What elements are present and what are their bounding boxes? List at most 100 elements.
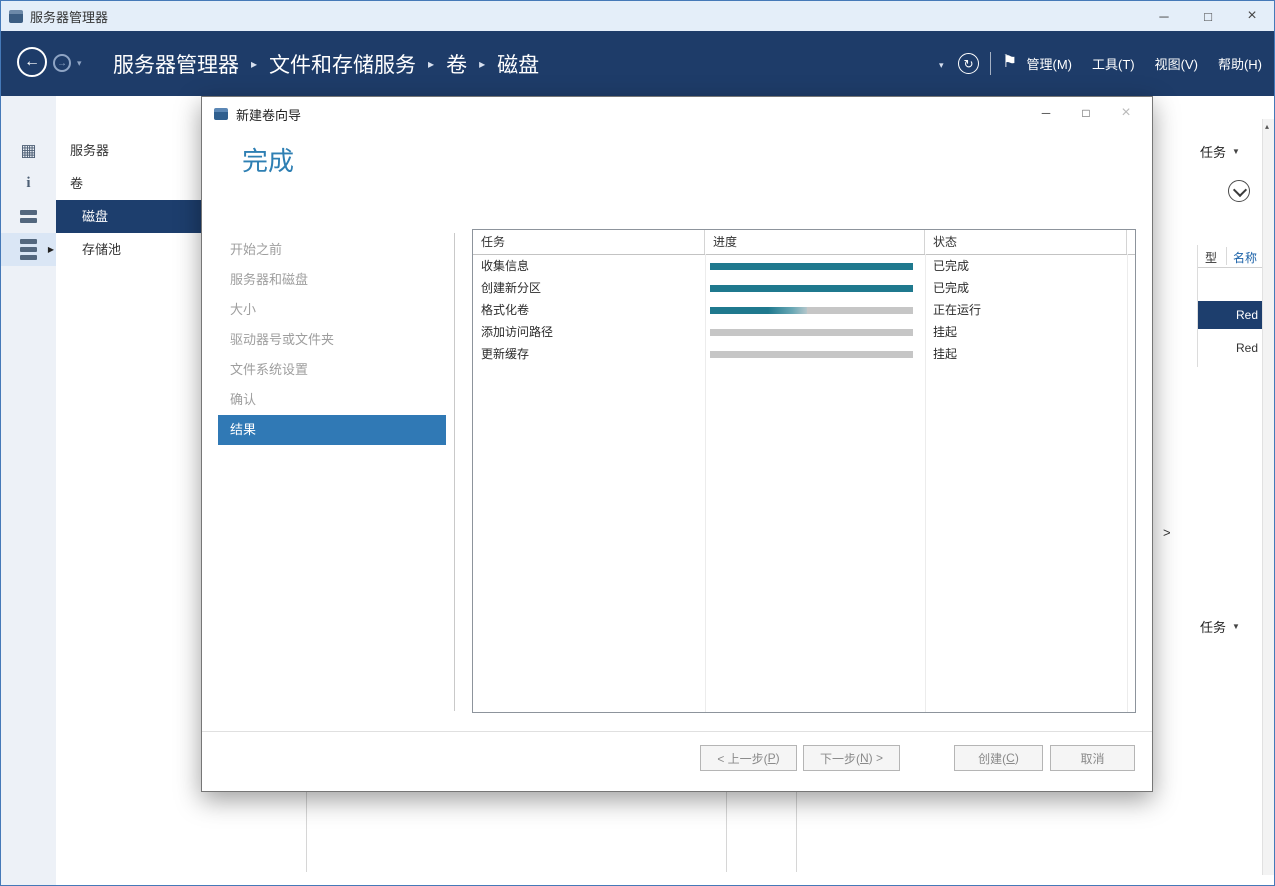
column-header-progress[interactable]: 进度 [705,230,925,254]
forward-icon: → [57,57,67,69]
steps-divider [454,233,455,711]
scroll-up-icon[interactable]: ▴ [1265,122,1269,131]
history-dropdown-icon[interactable]: ▾ [77,58,82,69]
task-progress-cell [705,328,925,336]
menu-view[interactable]: 视图(V) [1155,54,1198,73]
sidebar-item-label: 服务器 [70,143,110,158]
step-before-you-begin[interactable]: 开始之前 [218,235,446,265]
column-separator [705,254,706,712]
sidebar-item-label: 磁盘 [82,209,109,224]
back-button[interactable]: ← [17,47,47,77]
button-text: 取消 [1080,751,1105,766]
window-controls: ─ □ × [1142,1,1274,31]
list-item[interactable]: Red [1198,335,1264,361]
breadcrumb-item[interactable]: 文件和存储服务 [269,49,416,79]
step-server-and-disk[interactable]: 服务器和磁盘 [218,265,446,295]
flyout-arrow-icon: ▶ [47,245,54,254]
step-results[interactable]: 结果 [218,415,446,445]
close-icon[interactable]: × [1230,1,1274,31]
sidebar-item-servers[interactable]: 服务器 [56,134,202,167]
breadcrumb: 服务器管理器 ▸ 文件和存储服务 ▸ 卷 ▸ 磁盘 [113,31,539,96]
sidebar-item-volumes[interactable]: 卷 [56,167,202,200]
collapse-pane-button[interactable] [1228,180,1250,202]
forward-button[interactable]: → [53,54,71,72]
step-confirmation[interactable]: 确认 [218,385,446,415]
step-drive-letter-or-folder[interactable]: 驱动器号或文件夹 [218,325,446,355]
notifications-flag-button[interactable]: ⚑ [1002,52,1017,72]
breadcrumb-item[interactable]: 卷 [446,49,467,79]
menu-bar: 管理(M) 工具(T) 视图(V) 帮助(H) [1027,31,1263,96]
chevron-down-icon: ▼ [1232,622,1240,631]
task-status: 挂起 [933,347,958,361]
dialog-title: 新建卷向导 [236,107,302,123]
local-server-icon: i [26,175,31,191]
grid-line [726,792,727,872]
tasks-label: 任务 [1200,145,1227,160]
go-to-link[interactable]: > [1163,525,1171,540]
task-status: 挂起 [933,325,958,339]
minimize-icon[interactable]: ─ [1026,97,1066,129]
breadcrumb-item[interactable]: 服务器管理器 [113,49,239,79]
task-row[interactable]: 添加访问路径 挂起 [473,321,1135,343]
column-header-status[interactable]: 状态 [925,230,1127,254]
nav-local-server[interactable]: i [1,167,56,200]
column-header-name[interactable]: 名称 [1233,249,1257,266]
list-item[interactable]: Red [1198,301,1264,329]
column-header-type[interactable]: 型 [1205,249,1217,266]
chevron-down-icon [1232,182,1248,198]
navigation-bar: ← → ▾ 服务器管理器 ▸ 文件和存储服务 ▸ 卷 ▸ 磁盘 ▾ ↻ ⚑ 管理… [1,31,1274,96]
task-row[interactable]: 格式化卷 正在运行 [473,299,1135,321]
column-separator [1226,247,1227,265]
file-storage-services-icon [20,239,37,260]
menu-help[interactable]: 帮助(H) [1218,54,1262,73]
minimize-icon[interactable]: ─ [1142,1,1186,31]
task-row[interactable]: 更新缓存 挂起 [473,343,1135,365]
dashboard-icon: ▦ [20,140,37,160]
task-row[interactable]: 收集信息 已完成 [473,255,1135,277]
close-icon[interactable]: × [1106,97,1146,129]
vertical-scrollbar[interactable]: ▴ [1262,119,1274,875]
nav-dashboard[interactable]: ▦ [1,134,56,167]
wizard-steps: 开始之前 服务器和磁盘 大小 驱动器号或文件夹 文件系统设置 确认 结果 [218,235,446,445]
maximize-icon[interactable]: □ [1066,97,1106,129]
grid-line [796,792,797,872]
table-filler [1127,230,1135,254]
next-button[interactable]: 下一步(N) > [803,745,900,771]
button-text: ) [1014,751,1019,765]
task-name: 更新缓存 [481,347,530,361]
previous-button[interactable]: < 上一步(P) [700,745,797,771]
step-size[interactable]: 大小 [218,295,446,325]
cancel-button[interactable]: 取消 [1050,745,1135,771]
tasks-dropdown-bottom[interactable]: 任务 ▼ [1200,617,1240,636]
menu-tools[interactable]: 工具(T) [1092,54,1135,73]
column-header-task[interactable]: 任务 [473,230,705,254]
all-servers-icon [20,210,37,223]
dialog-titlebar[interactable]: 新建卷向导 [202,97,1152,131]
tasks-dropdown-top[interactable]: 任务 ▼ [1200,142,1240,161]
progress-bar [710,284,913,292]
column-separator [1127,254,1128,712]
create-button[interactable]: 创建(C) [954,745,1043,771]
breadcrumb-item[interactable]: 磁盘 [497,49,539,79]
task-progress-cell [705,284,925,292]
refresh-icon: ↻ [963,56,974,71]
page-title: 完成 [242,146,295,176]
window-titlebar[interactable]: 服务器管理器 [1,1,1274,31]
server-manager-window: 服务器管理器 ─ □ × ← → ▾ 服务器管理器 ▸ 文件和存储服务 ▸ 卷 … [0,0,1275,886]
breadcrumb-separator-icon: ▸ [251,56,258,71]
task-status: 已完成 [933,259,970,273]
sidebar-item-label: 卷 [70,176,84,191]
maximize-icon[interactable]: □ [1186,1,1230,31]
nav-all-servers[interactable] [1,200,56,233]
column-separator [925,254,926,712]
sidebar-item-storage-pools[interactable]: 存储池 [56,233,202,266]
menu-manage[interactable]: 管理(M) [1027,54,1073,73]
task-status: 正在运行 [933,303,982,317]
task-row[interactable]: 创建新分区 已完成 [473,277,1135,299]
sidebar-item-disks[interactable]: 磁盘 [56,200,202,233]
task-table: 任务 进度 状态 收集信息 已完成 创建新分区 已完成 格式化卷 正在运行 添加… [472,229,1136,713]
step-file-system-settings[interactable]: 文件系统设置 [218,355,446,385]
breadcrumb-dropdown-icon[interactable]: ▾ [939,60,944,71]
refresh-button[interactable]: ↻ [958,53,979,74]
nav-file-storage-services[interactable]: ▶ [1,233,56,266]
